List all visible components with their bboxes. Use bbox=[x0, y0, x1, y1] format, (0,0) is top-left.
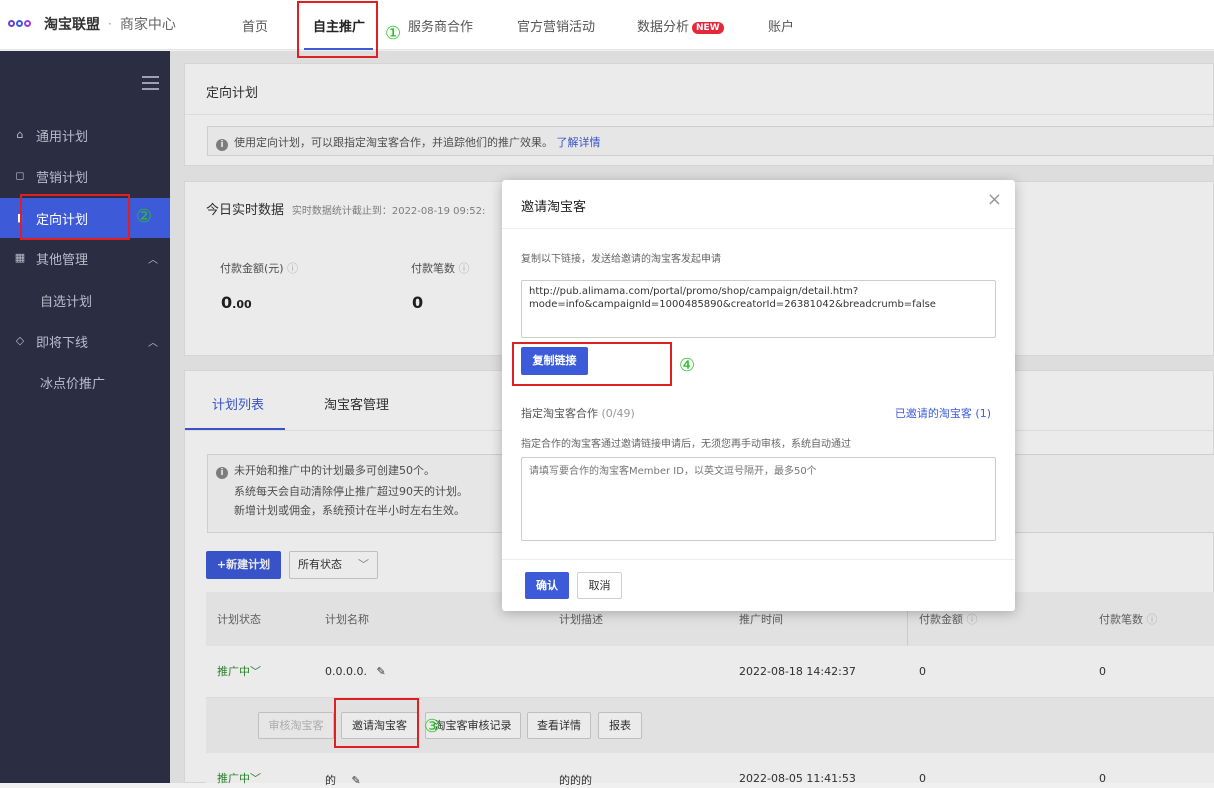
sidebar-item-label: 即将下线 bbox=[36, 335, 89, 351]
annotation-box-2 bbox=[20, 194, 130, 240]
divider bbox=[502, 559, 1015, 560]
annotation-box-3 bbox=[334, 698, 419, 748]
close-icon[interactable]: × bbox=[987, 189, 1002, 210]
invite-link-textarea[interactable]: http://pub.alimama.com/portal/promo/shop… bbox=[521, 280, 996, 338]
chevron-up-icon: ︿ bbox=[148, 338, 158, 349]
sidebar-item-self-selected-plan[interactable]: 自选计划 bbox=[0, 280, 170, 320]
grid-icon: ▦ bbox=[14, 251, 26, 264]
store-icon: ⌂ bbox=[16, 128, 24, 141]
annotation-number-4: ④ bbox=[679, 355, 696, 376]
annotation-box-4 bbox=[512, 342, 672, 386]
invite-link-line: mode=info&campaignId=1000485890&creatorI… bbox=[529, 299, 936, 310]
logo: 淘宝联盟 · 商家中心 bbox=[8, 14, 176, 34]
nav-official-campaigns[interactable]: 官方营销活动 bbox=[517, 16, 595, 35]
bag-icon: ◻ bbox=[15, 169, 25, 182]
sidebar-item-other-management[interactable]: ▦ 其他管理 ︿ bbox=[0, 238, 170, 278]
modal-title: 邀请淘宝客 bbox=[521, 200, 587, 215]
modal-instruction: 复制以下链接，发送给邀请的淘宝客发起申请 bbox=[521, 254, 721, 265]
nav-partner[interactable]: 服务商合作 bbox=[408, 16, 473, 35]
nav-data-analysis[interactable]: 数据分析 NEW bbox=[637, 16, 724, 35]
sidebar-item-label: 通用计划 bbox=[36, 129, 89, 145]
menu-toggle-icon[interactable] bbox=[142, 76, 159, 90]
assign-label: 指定淘宝客合作 (0/49) bbox=[521, 407, 635, 420]
invited-taoke-link[interactable]: 已邀请的淘宝客 (1) bbox=[895, 405, 991, 421]
invite-link-line: http://pub.alimama.com/portal/promo/shop… bbox=[529, 286, 859, 297]
nav-data-analysis-label: 数据分析 bbox=[637, 20, 690, 35]
annotation-number-2: ② bbox=[136, 206, 153, 227]
annotation-box-1 bbox=[297, 1, 378, 58]
alliance-logo-icon bbox=[8, 17, 38, 31]
sidebar-item-label: 自选计划 bbox=[40, 294, 93, 310]
new-badge: NEW bbox=[692, 22, 724, 34]
sidebar-item-general-plan[interactable]: ⌂ 通用计划 bbox=[0, 115, 170, 155]
sidebar-item-label: 其他管理 bbox=[36, 252, 89, 268]
divider bbox=[502, 228, 1015, 229]
assign-description: 指定合作的淘宝客通过邀请链接申请后，无须您再手动审核，系统自动通过 bbox=[521, 439, 851, 450]
nav-account[interactable]: 账户 bbox=[768, 16, 794, 35]
chevron-up-icon: ︿ bbox=[148, 255, 158, 266]
annotation-number-3: ③ bbox=[424, 716, 441, 737]
sidebar-item-label: 营销计划 bbox=[36, 170, 89, 186]
nav-home[interactable]: 首页 bbox=[242, 16, 268, 35]
sidebar-item-freezing-price-promotion[interactable]: 冰点价推广 bbox=[0, 362, 170, 402]
brand-name: 淘宝联盟 bbox=[44, 17, 100, 33]
brand-subtitle: 商家中心 bbox=[119, 17, 176, 33]
brand-separator: · bbox=[108, 17, 112, 31]
tag-icon: ◇ bbox=[15, 334, 25, 347]
sidebar-item-marketing-plan[interactable]: ◻ 营销计划 bbox=[0, 156, 170, 196]
top-bar: 淘宝联盟 · 商家中心 首页 自主推广 服务商合作 官方营销活动 数据分析 NEW… bbox=[0, 0, 1214, 50]
annotation-number-1: ① bbox=[385, 23, 402, 44]
sidebar-item-going-offline[interactable]: ◇ 即将下线 ︿ bbox=[0, 321, 170, 361]
cancel-button[interactable]: 取消 bbox=[577, 572, 622, 599]
sidebar-item-label: 冰点价推广 bbox=[40, 376, 106, 392]
member-id-input[interactable] bbox=[521, 457, 996, 541]
confirm-button[interactable]: 确认 bbox=[525, 572, 569, 599]
invite-taoke-modal: 邀请淘宝客 × 复制以下链接，发送给邀请的淘宝客发起申请 http://pub.… bbox=[502, 180, 1015, 611]
